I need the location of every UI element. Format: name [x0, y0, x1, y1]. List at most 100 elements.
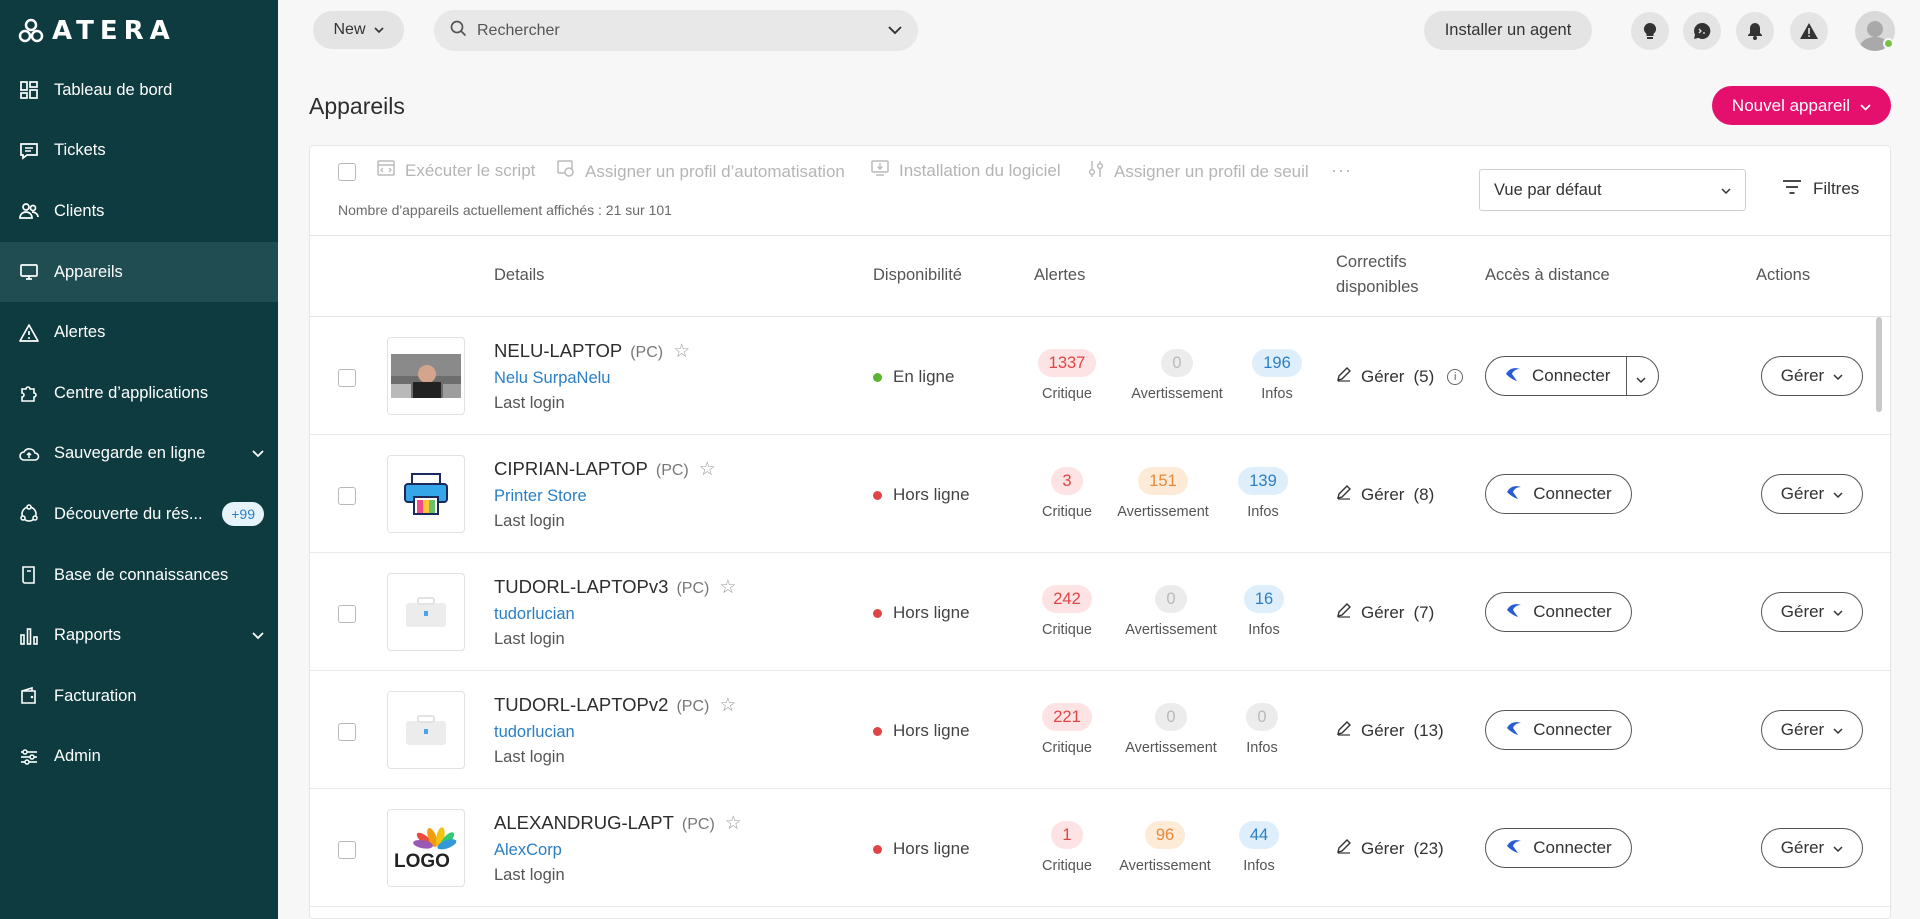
device-name[interactable]: TUDORL-LAPTOPv2 (PC) ☆ — [494, 694, 736, 717]
star-icon[interactable]: ☆ — [719, 577, 736, 598]
info-alerts[interactable]: 0 Infos — [1207, 703, 1317, 756]
connect-button[interactable]: Connecter — [1485, 828, 1632, 868]
manage-patches-link[interactable]: Gérer (23) — [1336, 838, 1444, 859]
select-all-checkbox[interactable] — [338, 163, 356, 181]
connect-split-button[interactable]: Connecter — [1485, 356, 1659, 396]
device-name[interactable]: CIPRIAN-LAPTOP (PC) ☆ — [494, 458, 716, 481]
star-icon[interactable]: ☆ — [725, 813, 742, 834]
device-name[interactable]: NELU-LAPTOP (PC) ☆ — [494, 340, 690, 363]
assign-threshold-action[interactable]: Assigner un profil de seuil — [1088, 160, 1309, 183]
info-alerts[interactable]: 139 Infos — [1208, 467, 1318, 520]
filters-button[interactable]: Filtres — [1783, 179, 1859, 199]
critical-label: Critique — [1042, 740, 1092, 756]
column-header-remote-access[interactable]: Accès à distance — [1485, 266, 1610, 285]
critical-alerts[interactable]: 1337 Critique — [1012, 349, 1122, 402]
manage-patches-link[interactable]: Gérer (8) — [1336, 484, 1434, 505]
column-header-patches-line1[interactable]: Correctifs — [1336, 253, 1407, 272]
connect-label: Connecter — [1533, 484, 1612, 503]
critical-alerts[interactable]: 242 Critique — [1012, 585, 1122, 638]
cloud-icon — [18, 443, 40, 465]
star-icon[interactable]: ☆ — [719, 695, 736, 716]
sidebar-item-dashboard[interactable]: Tableau de bord — [0, 60, 278, 121]
row-checkbox[interactable] — [338, 605, 356, 623]
client-link[interactable]: Nelu SurpaNelu — [494, 369, 610, 388]
connect-button[interactable]: Connecter — [1485, 710, 1632, 750]
warning-icon[interactable] — [1790, 12, 1828, 50]
run-script-action[interactable]: Exécuter le script — [377, 160, 535, 181]
warning-alerts[interactable]: 0 Avertissement — [1122, 349, 1232, 402]
sidebar-item-online-backup[interactable]: Sauvegarde en ligne — [0, 424, 278, 485]
install-agent-button[interactable]: Installer un agent — [1424, 11, 1592, 50]
table-scrollbar[interactable] — [1876, 317, 1882, 412]
view-select[interactable]: Vue par défaut — [1479, 169, 1746, 211]
row-checkbox[interactable] — [338, 369, 356, 387]
device-name[interactable]: TUDORL-LAPTOPv3 (PC) ☆ — [494, 576, 736, 599]
connect-label: Connecter — [1533, 602, 1612, 621]
chat-icon[interactable] — [1683, 12, 1721, 50]
client-link[interactable]: tudorlucian — [494, 605, 575, 624]
chevron-down-icon — [1860, 96, 1871, 116]
info-alerts[interactable]: 16 Infos — [1209, 585, 1319, 638]
manage-patches-link[interactable]: Gérer (5) i — [1336, 366, 1464, 387]
manage-patches-link[interactable]: Gérer (13) — [1336, 720, 1444, 741]
manage-button[interactable]: Gérer — [1761, 828, 1863, 868]
manage-patches-link[interactable]: Gérer (7) — [1336, 602, 1434, 623]
info-icon[interactable]: i — [1447, 368, 1464, 385]
client-link[interactable]: tudorlucian — [494, 723, 575, 742]
sidebar-item-clients[interactable]: Clients — [0, 181, 278, 242]
critical-alerts[interactable]: 221 Critique — [1012, 703, 1122, 756]
table-row[interactable]: NELU-LAPTOP (PC) ☆ Nelu SurpaNelu Last log… — [310, 317, 1892, 435]
bell-icon[interactable] — [1736, 12, 1774, 50]
star-icon[interactable]: ☆ — [673, 341, 690, 362]
new-dropdown-button[interactable]: New — [313, 11, 404, 49]
info-alerts[interactable]: 44 Infos — [1204, 821, 1314, 874]
atera-logo[interactable]: ATERA — [18, 16, 176, 46]
table-row[interactable]: TUDORL-LAPTOPv2 (PC) ☆ tudorlucian Last lo… — [310, 671, 1892, 789]
manage-label: Gérer — [1361, 366, 1405, 386]
manage-button[interactable]: Gérer — [1761, 356, 1863, 396]
row-checkbox[interactable] — [338, 841, 356, 859]
manage-button[interactable]: Gérer — [1761, 592, 1863, 632]
table-row[interactable]: LOGO ALEXANDRUG-LAPT (PC) ☆ AlexCorp Last … — [310, 789, 1892, 907]
sidebar-item-reports[interactable]: Rapports — [0, 605, 278, 666]
connect-button[interactable]: Connecter — [1485, 592, 1632, 632]
sidebar-item-admin[interactable]: Admin — [0, 727, 278, 788]
install-software-action[interactable]: Installation du logiciel — [871, 160, 1061, 182]
sidebar-item-knowledge-base[interactable]: Base de connaissances — [0, 545, 278, 606]
patch-count: (8) — [1413, 484, 1435, 504]
star-icon[interactable]: ☆ — [699, 459, 716, 480]
search-input[interactable]: Rechercher — [434, 10, 918, 51]
more-actions-button[interactable]: ··· — [1331, 160, 1352, 181]
new-device-button[interactable]: Nouvel appareil — [1712, 86, 1891, 125]
column-header-availability[interactable]: Disponibilité — [873, 266, 962, 285]
client-link[interactable]: AlexCorp — [494, 841, 562, 860]
chevron-down-icon[interactable] — [1636, 369, 1646, 389]
sidebar-item-billing[interactable]: Facturation — [0, 666, 278, 727]
critical-label: Critique — [1042, 858, 1092, 874]
chevron-down-icon[interactable] — [888, 22, 902, 40]
sidebar-item-alerts[interactable]: Alertes — [0, 302, 278, 363]
column-header-alerts[interactable]: Alertes — [1034, 266, 1085, 285]
client-link[interactable]: Printer Store — [494, 487, 587, 506]
info-alerts[interactable]: 196 Infos — [1222, 349, 1332, 402]
table-row[interactable]: TUDORL-LAPTOPv3 (PC) ☆ tudorlucian Last lo… — [310, 553, 1892, 671]
connect-button[interactable]: Connecter — [1485, 474, 1632, 514]
column-header-details[interactable]: Details — [494, 266, 544, 285]
manage-button-label: Gérer — [1780, 484, 1825, 503]
sidebar-item-app-center[interactable]: Centre d’applications — [0, 363, 278, 424]
sidebar-item-tickets[interactable]: Tickets — [0, 121, 278, 182]
table-row[interactable]: CIPRIAN-LAPTOP (PC) ☆ Printer Store Last l… — [310, 435, 1892, 553]
critical-alerts[interactable]: 3 Critique — [1017, 467, 1117, 520]
sidebar-item-network-discovery[interactable]: Découverte du rés... +99 — [0, 484, 278, 545]
critical-alerts[interactable]: 1 Critique — [1012, 821, 1122, 874]
manage-button[interactable]: Gérer — [1761, 474, 1863, 514]
manage-button[interactable]: Gérer — [1761, 710, 1863, 750]
row-checkbox[interactable] — [338, 723, 356, 741]
sidebar-item-devices[interactable]: Appareils — [0, 241, 278, 303]
warning-alerts[interactable]: 151 Avertissement — [1108, 467, 1218, 520]
row-checkbox[interactable] — [338, 487, 356, 505]
lightbulb-icon[interactable] — [1631, 12, 1669, 50]
assign-automation-action[interactable]: Assigner un profil d’automatisation — [557, 160, 845, 183]
column-header-patches-line2[interactable]: disponibles — [1336, 278, 1419, 297]
device-name[interactable]: ALEXANDRUG-LAPT (PC) ☆ — [494, 812, 742, 835]
